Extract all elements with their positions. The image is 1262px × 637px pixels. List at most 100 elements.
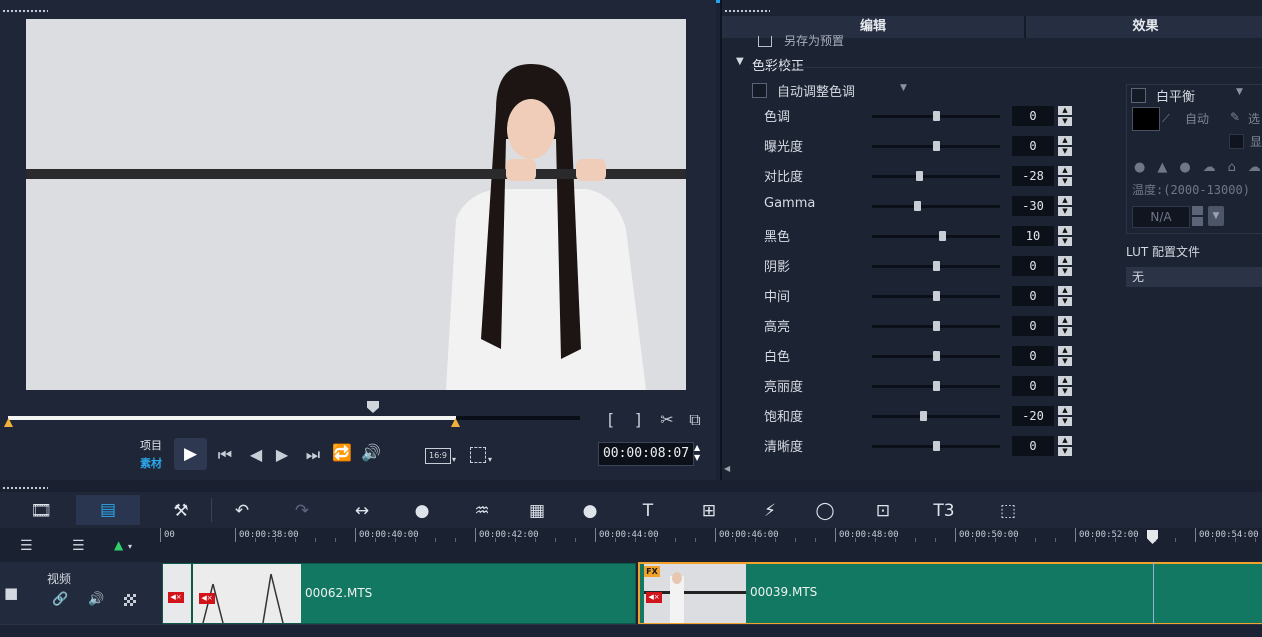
auto-music-icon[interactable]: ▦ <box>521 498 553 524</box>
save-icon[interactable] <box>758 36 772 47</box>
show-checkbox[interactable] <box>1229 134 1244 149</box>
motion-tracking-icon[interactable]: ● <box>574 498 606 524</box>
mask-creator-icon[interactable]: ◯ <box>809 498 841 524</box>
auto-tone-dropdown-icon[interactable]: ▼ <box>900 83 907 93</box>
slider-knob[interactable] <box>939 231 946 241</box>
repeat-icon[interactable]: 🔁 <box>331 443 353 462</box>
slider-value-input[interactable]: 0 <box>1012 106 1054 126</box>
transparency-icon[interactable] <box>124 594 136 606</box>
slider-knob[interactable] <box>916 171 923 181</box>
temperature-spinner[interactable] <box>1192 206 1203 226</box>
white-balance-checkbox[interactable] <box>1131 88 1146 103</box>
slider-track[interactable] <box>872 441 1000 451</box>
eyedropper-icon[interactable]: ✎ <box>1230 110 1240 124</box>
step-back-icon[interactable]: ◀ <box>246 445 266 464</box>
slider-knob[interactable] <box>933 141 940 151</box>
timecode-display[interactable]: 00:00:08:07 <box>598 442 694 466</box>
slider-knob[interactable] <box>933 261 940 271</box>
slider-track[interactable] <box>872 111 1000 121</box>
slider-knob[interactable] <box>914 201 921 211</box>
slider-value-input[interactable]: 0 <box>1012 256 1054 276</box>
aspect-dropdown-icon[interactable]: ▾ <box>452 455 456 464</box>
clip-00062[interactable]: ◀× 00062.MTS <box>192 563 636 624</box>
timeline-grip[interactable] <box>2 486 48 490</box>
save-preset-button[interactable]: 另存为预置 <box>784 32 844 46</box>
slider-value-input[interactable]: 10 <box>1012 226 1054 246</box>
chapter-dropdown-icon[interactable]: ▾ <box>128 542 132 551</box>
slider-spinner[interactable]: ▲ ▼ <box>1058 346 1072 366</box>
track-manager-icon[interactable]: ☰ <box>20 538 33 554</box>
slider-value-input[interactable]: 0 <box>1012 376 1054 396</box>
storyboard-view-icon[interactable]: 🎞 <box>25 498 57 524</box>
slider-value-input[interactable]: -28 <box>1012 166 1054 186</box>
play-button[interactable]: ▶ <box>174 438 207 470</box>
mode-project-label[interactable]: 项目 <box>140 437 162 453</box>
aspect-ratio-button[interactable]: 16:9 <box>425 448 451 464</box>
mark-out-button[interactable]: ] <box>631 410 645 429</box>
slider-spinner[interactable]: ▲ ▼ <box>1058 136 1072 156</box>
auto-wb-label[interactable]: 自动 <box>1185 110 1209 127</box>
slider-spinner[interactable]: ▲ ▼ <box>1058 256 1072 276</box>
step-forward-icon[interactable]: ▶ <box>272 445 292 464</box>
color-swatch[interactable] <box>1132 107 1160 131</box>
clip-00039[interactable]: FX ◀× 00039.MTS <box>638 562 1262 625</box>
collapse-arrow-icon[interactable]: ▼ <box>736 56 744 67</box>
playhead-marker[interactable] <box>367 401 379 413</box>
skip-start-icon[interactable]: ⏮ <box>215 445 235 465</box>
mode-clip-label[interactable]: 素材 <box>140 455 162 471</box>
slider-knob[interactable] <box>920 411 927 421</box>
slider-knob[interactable] <box>933 381 940 391</box>
slider-knob[interactable] <box>933 441 940 451</box>
skip-end-icon[interactable]: ⏭ <box>303 445 323 465</box>
timeline-ruler[interactable]: 00 00:00:38:00 00:00:40:00 00:00:42:00 00:00… <box>160 528 1262 562</box>
slider-spinner[interactable]: ▲ ▼ <box>1058 406 1072 426</box>
slider-value-input[interactable]: 0 <box>1012 346 1054 366</box>
video-preview[interactable] <box>26 19 686 390</box>
multi-camera-icon[interactable]: ⊞ <box>693 498 725 524</box>
tab-edit[interactable]: 编辑 <box>722 16 1026 38</box>
slider-knob[interactable] <box>933 321 940 331</box>
panel-grip[interactable] <box>2 9 48 13</box>
track-volume-icon[interactable]: 🔊 <box>88 592 104 607</box>
slider-spinner[interactable]: ▲ ▼ <box>1058 106 1072 126</box>
slider-value-input[interactable]: 0 <box>1012 286 1054 306</box>
slider-track[interactable] <box>872 321 1000 331</box>
slider-spinner[interactable]: ▲ ▼ <box>1058 196 1072 216</box>
temperature-input[interactable]: N/A <box>1132 206 1190 228</box>
tab-effects[interactable]: 效果 <box>1027 16 1262 38</box>
slider-track[interactable] <box>872 231 1000 241</box>
mark-in-button[interactable]: [ <box>604 410 618 429</box>
slider-knob[interactable] <box>933 351 940 361</box>
sound-mixer-icon[interactable]: ♒ <box>466 498 498 524</box>
slider-spinner[interactable]: ▲ ▼ <box>1058 166 1072 186</box>
slider-spinner[interactable]: ▲ ▼ <box>1058 376 1072 396</box>
slider-spinner[interactable]: ▲ ▼ <box>1058 226 1072 246</box>
scissors-icon[interactable]: ✂ <box>656 410 678 429</box>
slider-track[interactable] <box>872 411 1000 421</box>
lut-select[interactable]: 无 <box>1126 267 1262 287</box>
selection-tool-icon[interactable] <box>470 447 486 463</box>
slider-value-input[interactable]: 0 <box>1012 316 1054 336</box>
light-preset-icons[interactable]: ●▲●☁⌂☁ <box>1134 160 1262 175</box>
pick-color-label[interactable]: 选 <box>1248 110 1262 127</box>
slider-value-input[interactable]: 0 <box>1012 436 1054 456</box>
selection-dropdown-icon[interactable]: ▾ <box>488 455 492 464</box>
split-screen-icon[interactable]: ⬚ <box>992 498 1024 524</box>
scrub-bar[interactable] <box>4 416 580 427</box>
slider-value-input[interactable]: 0 <box>1012 136 1054 156</box>
redo-icon[interactable]: ↷ <box>286 498 318 524</box>
slider-value-input[interactable]: -20 <box>1012 406 1054 426</box>
record-capture-icon[interactable]: ● <box>406 498 438 524</box>
slider-track[interactable] <box>872 291 1000 301</box>
undo-icon[interactable]: ↶ <box>226 498 258 524</box>
temperature-dropdown-icon[interactable]: ▼ <box>1208 206 1224 226</box>
timecode-spinner[interactable]: ▲ ▼ <box>694 443 704 463</box>
tools-icon[interactable]: ⚒ <box>165 498 197 524</box>
slider-track[interactable] <box>872 381 1000 391</box>
slider-spinner[interactable]: ▲ ▼ <box>1058 286 1072 306</box>
slider-track[interactable] <box>872 141 1000 151</box>
time-remap-icon[interactable]: ⚡ <box>754 498 786 524</box>
pan-zoom-icon[interactable]: ⊡ <box>867 498 899 524</box>
slider-track[interactable] <box>872 171 1000 181</box>
white-balance-dropdown-icon[interactable]: ▼ <box>1236 87 1243 97</box>
